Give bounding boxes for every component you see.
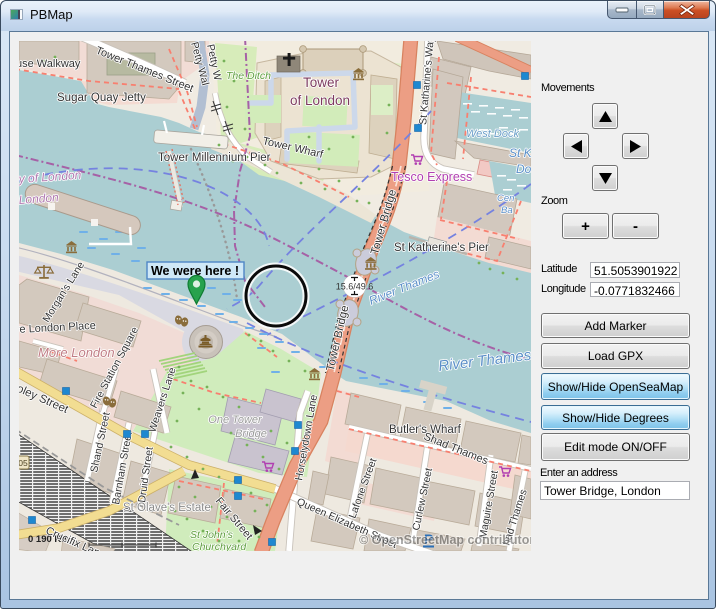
svg-text:Ba: Ba xyxy=(501,205,513,216)
svg-text:05: 05 xyxy=(19,458,28,468)
svg-text:More London: More London xyxy=(38,345,115,360)
svg-text:Tower Millennium Pier: Tower Millennium Pier xyxy=(158,152,271,164)
svg-text:One Tower: One Tower xyxy=(208,414,263,426)
svg-text:St Olave's Estate: St Olave's Estate xyxy=(123,502,211,514)
svg-text:Cen: Cen xyxy=(497,193,514,204)
svg-text:Sugar Quay Jetty: Sugar Quay Jetty xyxy=(57,92,146,104)
svg-text:© OpenStreetMap contributors: © OpenStreetMap contributors xyxy=(359,533,531,547)
svg-text:St John's: St John's xyxy=(190,529,234,541)
svg-text:use Walkway: use Walkway xyxy=(19,58,81,70)
svg-text:of London: of London xyxy=(290,93,350,108)
svg-text:London: London xyxy=(19,190,59,207)
svg-text:St Ka: St Ka xyxy=(509,146,531,160)
svg-text:Bridge: Bridge xyxy=(235,428,267,440)
svg-text:St Katherine's Pier: St Katherine's Pier xyxy=(394,242,489,254)
svg-text:Tesco Express: Tesco Express xyxy=(391,170,472,184)
svg-text:Churchyard: Churchyard xyxy=(192,541,247,551)
svg-text:West Dock: West Dock xyxy=(466,128,519,140)
svg-text:Do: Do xyxy=(516,162,531,176)
svg-text:15.6/49.6: 15.6/49.6 xyxy=(336,282,374,292)
svg-text:The Ditch: The Ditch xyxy=(226,70,271,82)
svg-text:Tower: Tower xyxy=(303,75,340,90)
